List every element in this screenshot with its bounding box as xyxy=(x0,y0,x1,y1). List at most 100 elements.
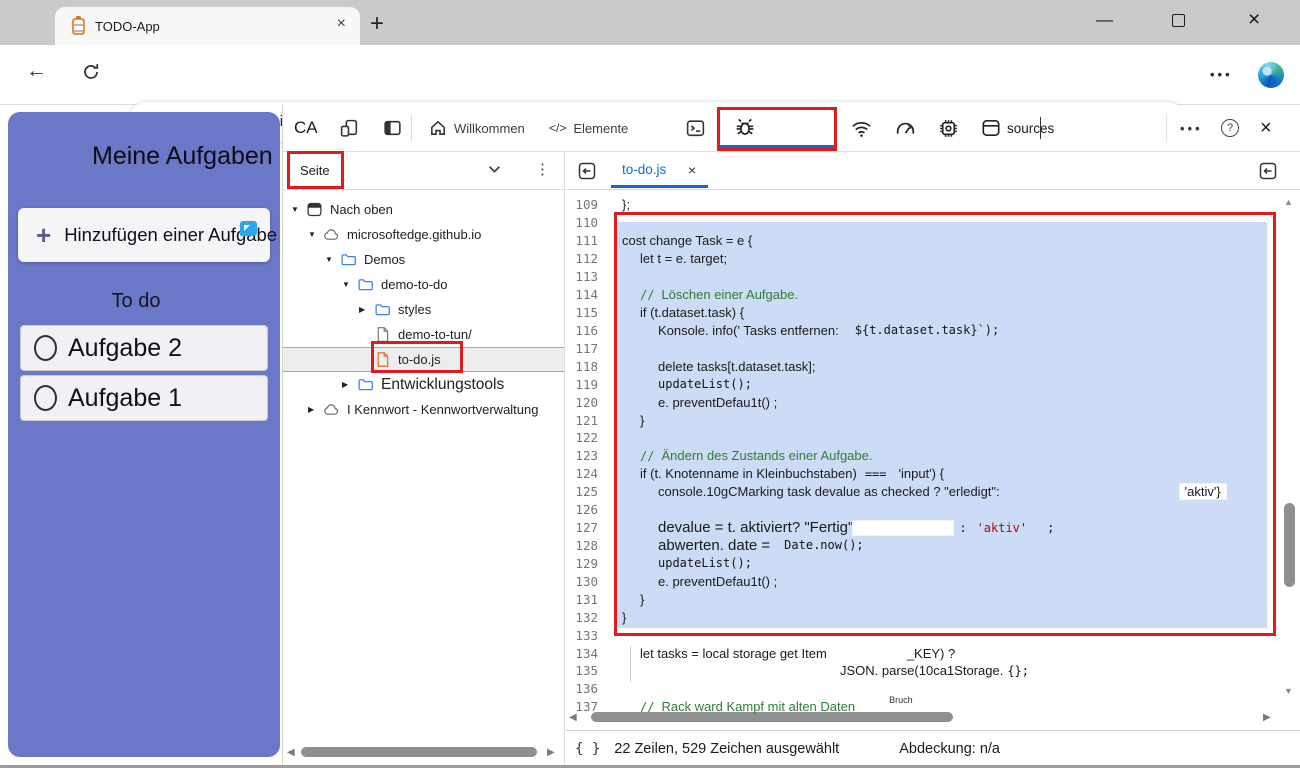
device-emulation-icon[interactable] xyxy=(339,105,360,151)
code-line-118[interactable]: 118 delete tasks[t.dataset.task]; xyxy=(565,357,1281,375)
window-maximize-button[interactable] xyxy=(1172,14,1185,32)
code-line-120[interactable]: 120 e. preventDefau1t() ; xyxy=(565,393,1281,411)
copilot-icon[interactable] xyxy=(1258,62,1284,88)
code-line-131[interactable]: 131} xyxy=(565,590,1281,608)
line-number[interactable]: 128 xyxy=(565,538,610,553)
line-number[interactable]: 123 xyxy=(565,448,610,463)
line-number[interactable]: 130 xyxy=(565,574,610,589)
line-number[interactable]: 132 xyxy=(565,610,610,625)
code-line-119[interactable]: 119 updateList(); xyxy=(565,375,1281,393)
tab-sources[interactable]: sources xyxy=(980,105,1054,151)
browser-menu-icon[interactable]: ••• xyxy=(1210,67,1233,82)
dock-side-icon[interactable] xyxy=(382,105,403,151)
console-icon[interactable] xyxy=(685,105,706,151)
editor-scroll-up-icon[interactable]: ▲ xyxy=(1284,197,1293,207)
tree-expander-icon[interactable]: ▼ xyxy=(291,205,306,214)
tree-item-demos[interactable]: ▼ Demos xyxy=(283,247,564,272)
window-minimize-button[interactable]: — xyxy=(1096,10,1113,30)
line-number[interactable]: 133 xyxy=(565,628,610,643)
line-number[interactable]: 131 xyxy=(565,592,610,607)
code-editor[interactable]: 109}; 110 111 cost change Task = e {112 let … xyxy=(565,196,1281,716)
task-item[interactable]: Aufgabe 2 xyxy=(20,325,268,371)
tree-expander-icon[interactable]: ▶ xyxy=(308,405,323,414)
navigator-tab-page[interactable]: Seite xyxy=(300,163,330,178)
tab-elements[interactable]: </> Elemente xyxy=(549,105,628,151)
line-number[interactable]: 122 xyxy=(565,430,610,445)
network-wifi-icon[interactable] xyxy=(850,105,873,151)
refresh-button[interactable] xyxy=(80,61,102,83)
line-number[interactable]: 136 xyxy=(565,681,610,696)
tree-item-demo-to-tun-[interactable]: demo-to-tun/ xyxy=(283,322,564,347)
line-number[interactable]: 121 xyxy=(565,413,610,428)
task-radio-icon[interactable] xyxy=(34,335,57,361)
line-number[interactable]: 116 xyxy=(565,323,610,338)
line-number[interactable]: 134 xyxy=(565,646,610,661)
code-line-137[interactable]: 137 // Rack ward Kampf mit alten Daten Bruc… xyxy=(565,695,1281,716)
code-line-121[interactable]: 121} xyxy=(565,411,1281,429)
kebab-menu-icon[interactable]: ⋮ xyxy=(535,160,550,178)
window-close-button[interactable]: × xyxy=(1248,8,1260,32)
tree-item-styles[interactable]: ▶ styles xyxy=(283,297,564,322)
line-number[interactable]: 124 xyxy=(565,466,610,481)
code-line-136[interactable]: 136 xyxy=(565,680,1281,698)
navigator-horizontal-scrollbar[interactable]: ◀ ▶ xyxy=(285,745,561,759)
line-number[interactable]: 137 xyxy=(565,699,610,714)
gear-chip-icon[interactable] xyxy=(937,105,960,151)
code-line-113[interactable]: 113 xyxy=(565,268,1281,286)
code-line-110[interactable]: 110 xyxy=(565,214,1281,232)
code-line-124[interactable]: 124 if (t. Knotenname in Kleinbuchstaben)… xyxy=(565,465,1281,483)
line-number[interactable]: 127 xyxy=(565,520,610,535)
line-number[interactable]: 109 xyxy=(565,197,610,212)
line-number[interactable]: 129 xyxy=(565,556,610,571)
code-line-132[interactable]: 132} xyxy=(565,608,1281,626)
code-line-114[interactable]: 114 // Löschen einer Aufgabe. xyxy=(565,286,1281,304)
code-line-112[interactable]: 112 let t = e. target; xyxy=(565,250,1281,268)
code-line-111[interactable]: 111 cost change Task = e { xyxy=(565,232,1281,250)
line-number[interactable]: 125 xyxy=(565,484,610,499)
line-number[interactable]: 135 xyxy=(565,663,610,678)
line-number[interactable]: 110 xyxy=(565,215,610,230)
pretty-print-button[interactable]: { } xyxy=(575,741,600,757)
performance-gauge-icon[interactable] xyxy=(894,105,917,151)
tree-item-to-do-js[interactable]: to-do.js xyxy=(283,347,564,372)
code-line-122[interactable]: 122 xyxy=(565,429,1281,447)
tree-item-demo-to-do[interactable]: ▼ demo-to-do xyxy=(283,272,564,297)
tree-expander-icon[interactable]: ▼ xyxy=(308,230,323,239)
code-line-116[interactable]: 116 Konsole. info(' Tasks entfernen: ${t.d… xyxy=(565,321,1281,339)
task-item[interactable]: Aufgabe 1 xyxy=(20,375,268,421)
line-number[interactable]: 113 xyxy=(565,269,610,284)
chevron-down-icon[interactable] xyxy=(488,165,501,174)
line-number[interactable]: 119 xyxy=(565,377,610,392)
browser-tab[interactable]: TODO-App × xyxy=(55,7,360,45)
code-line-130[interactable]: 130 e. preventDefau1t() ; xyxy=(565,572,1281,590)
code-line-133[interactable]: 133 xyxy=(565,626,1281,644)
code-line-129[interactable]: 129 updateList(); xyxy=(565,554,1281,572)
tree-expander-icon[interactable]: ▶ xyxy=(342,380,357,389)
code-line-117[interactable]: 117 xyxy=(565,339,1281,357)
line-number[interactable]: 118 xyxy=(565,359,610,374)
code-line-109[interactable]: 109}; xyxy=(565,196,1281,214)
task-radio-icon[interactable] xyxy=(34,385,57,411)
devtools-close-icon[interactable]: × xyxy=(1260,105,1272,151)
line-number[interactable]: 117 xyxy=(565,341,610,356)
editor-tab-todojs[interactable]: to-do.js xyxy=(622,162,666,177)
editor-scroll-down-icon[interactable]: ▼ xyxy=(1284,686,1293,696)
add-task-button[interactable]: + Hinzufügen einer Aufgabe xyxy=(18,208,277,262)
line-number[interactable]: 112 xyxy=(565,251,610,266)
code-line-134[interactable]: 134 let tasks = local storage get Item _KE… xyxy=(565,644,1281,662)
line-number[interactable]: 126 xyxy=(565,502,610,517)
tree-item-i-kennwort-kennwortverwaltung[interactable]: ▶ I Kennwort - Kennwortverwaltung xyxy=(283,397,564,422)
tab-close-icon[interactable]: × xyxy=(337,15,346,33)
code-line-115[interactable]: 115 if (t.dataset.task) { xyxy=(565,304,1281,322)
line-number[interactable]: 115 xyxy=(565,305,610,320)
tree-item-microsoftedge-github-io[interactable]: ▼ microsoftedge.github.io xyxy=(283,222,564,247)
tree-item-nach-oben[interactable]: ▼ Nach oben xyxy=(283,197,564,222)
line-number[interactable]: 111 xyxy=(565,233,610,248)
inspect-button[interactable]: CA xyxy=(294,105,318,151)
new-tab-button[interactable]: + xyxy=(370,10,384,38)
line-number[interactable]: 120 xyxy=(565,395,610,410)
code-line-125[interactable]: 125 console.10gCMarking task devalue as c… xyxy=(565,483,1281,501)
tree-expander-icon[interactable]: ▶ xyxy=(359,305,374,314)
help-icon[interactable]: ? xyxy=(1221,105,1239,151)
devtools-menu-icon[interactable]: ••• xyxy=(1180,105,1203,151)
